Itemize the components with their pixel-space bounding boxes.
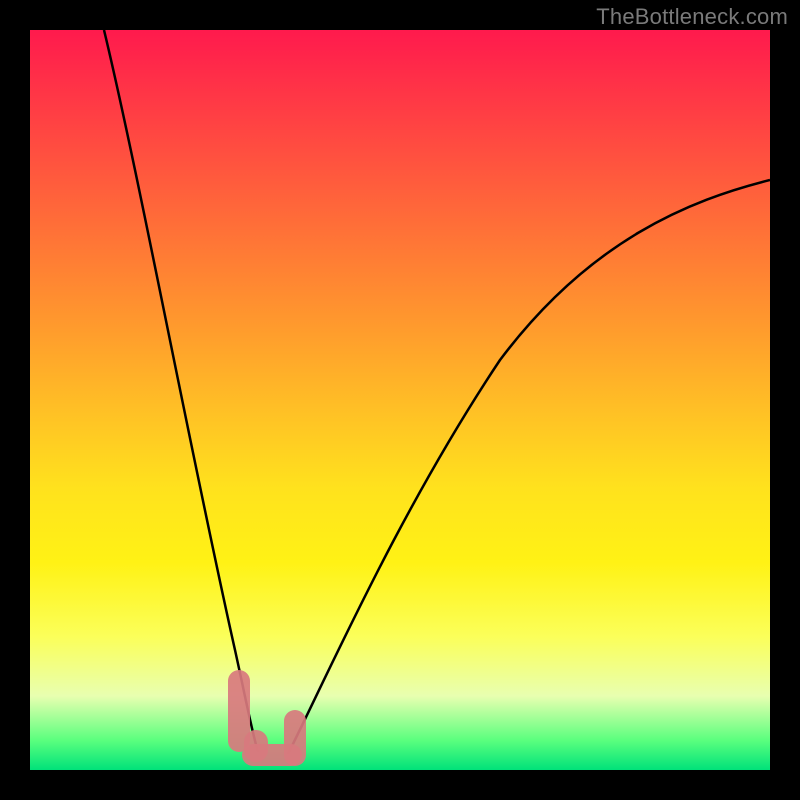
plot-area: [30, 30, 770, 770]
curve-layer: [30, 30, 770, 770]
right-curve: [288, 180, 770, 754]
chart-frame: TheBottleneck.com: [0, 0, 800, 800]
watermark-text: TheBottleneck.com: [596, 4, 788, 30]
highlight-blob-right: [284, 710, 306, 766]
left-curve: [104, 30, 258, 752]
